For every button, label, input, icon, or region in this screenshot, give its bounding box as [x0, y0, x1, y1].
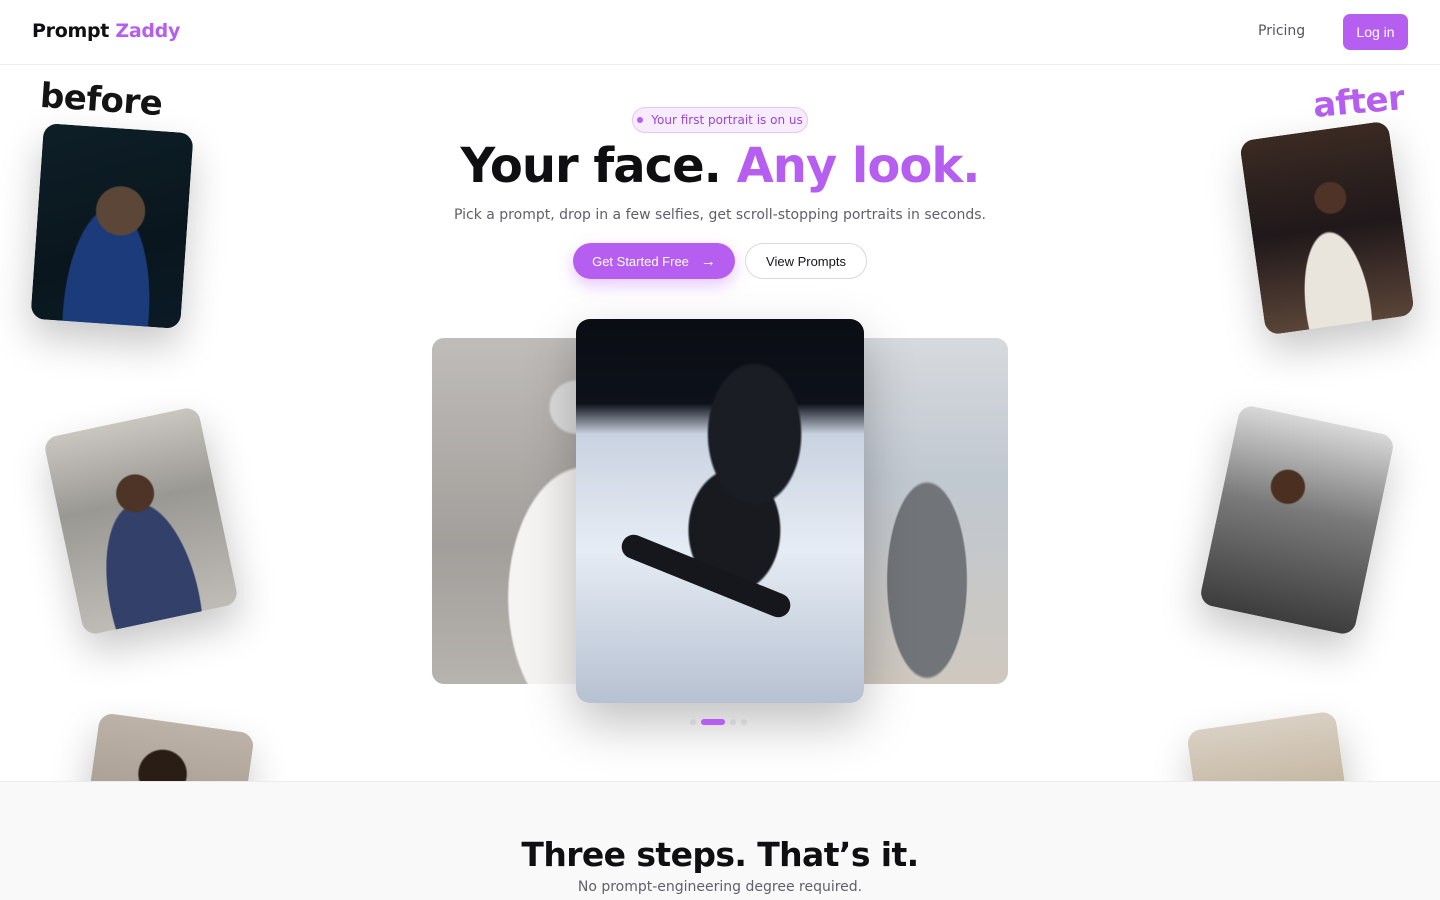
- steps-title: Three steps. That’s it.: [521, 835, 919, 874]
- after-label: after: [1311, 78, 1406, 126]
- logo-word-prompt: Prompt: [32, 20, 110, 42]
- after-photo-boxing: [1198, 403, 1396, 637]
- logo[interactable]: Prompt Zaddy: [32, 20, 180, 42]
- logo-word-zaddy: Zaddy: [115, 20, 181, 42]
- promo-badge: Your first portrait is on us: [632, 107, 808, 133]
- hero-title-part2: Any look.: [736, 138, 981, 194]
- before-label: before: [38, 75, 164, 125]
- before-photo-street: [42, 405, 240, 637]
- badge-text: Your first portrait is on us: [651, 113, 803, 127]
- carousel-dot[interactable]: [741, 719, 747, 725]
- hero-subtitle: Pick a prompt, drop in a few selfies, ge…: [453, 207, 986, 223]
- hero-title-part1: Your face.: [460, 138, 721, 194]
- site-header: Prompt Zaddy Pricing Log in: [0, 0, 1440, 65]
- arrow-right-icon: →: [700, 252, 716, 270]
- get-started-button[interactable]: Get Started Free →: [573, 243, 735, 279]
- view-prompts-button[interactable]: View Prompts: [745, 243, 867, 279]
- carousel-dot-active[interactable]: [701, 719, 725, 725]
- badge-dot-icon: [637, 117, 644, 123]
- get-started-label: Get Started Free: [592, 253, 689, 269]
- snowboard-shape: [618, 531, 794, 621]
- carousel-dot[interactable]: [690, 719, 696, 725]
- steps-subtitle: No prompt-engineering degree required.: [577, 879, 863, 895]
- carousel-dots: [690, 719, 747, 725]
- carousel-dot[interactable]: [730, 719, 736, 725]
- nav-pricing-link[interactable]: Pricing: [1258, 23, 1305, 39]
- hero-title: Your face. Any look.: [0, 138, 1440, 194]
- login-button[interactable]: Log in: [1343, 14, 1408, 50]
- carousel-slide-active: [576, 319, 864, 703]
